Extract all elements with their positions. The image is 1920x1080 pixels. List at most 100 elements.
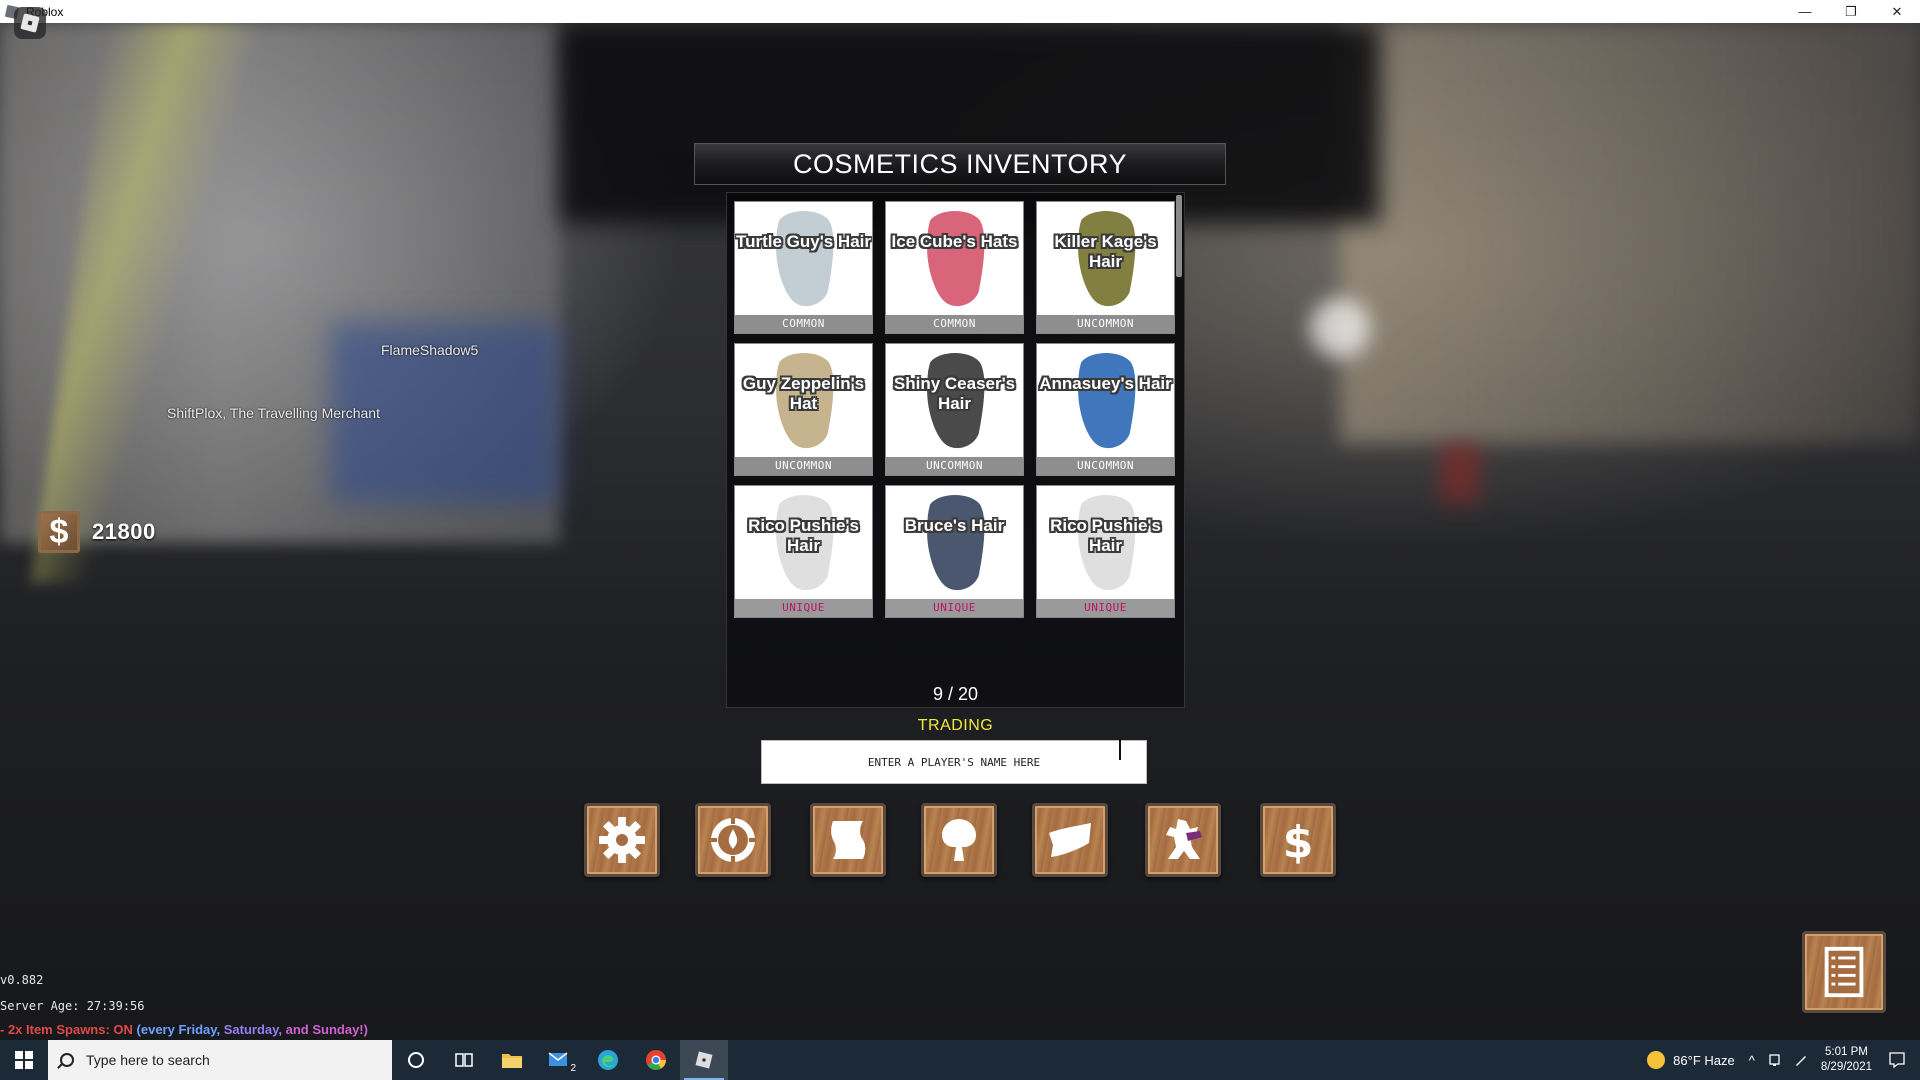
roblox-icon [695,1051,713,1069]
task-view-button[interactable] [440,1040,488,1080]
clock-date: 8/29/2021 [1820,1061,1872,1073]
inventory-item-card[interactable]: Killer Kage's Hair UNCOMMON [1036,201,1175,334]
roblox-taskbar-button[interactable] [680,1040,728,1080]
cosmetic-item-icon [1078,353,1136,449]
inventory-item-rarity: UNCOMMON [1037,315,1174,333]
inventory-item-rarity: UNIQUE [1037,599,1174,617]
trade-player-input[interactable] [761,740,1147,784]
npc-nametag: ShiftPlox, The Travelling Merchant [167,405,380,421]
money-display: $ 21800 [38,511,156,553]
abilities-button[interactable] [695,803,771,877]
inventory-item-name: Killer Kage's Hair [1054,232,1157,271]
inventory-page-count: 9 / 20 [932,684,979,704]
settings-button[interactable] [584,803,660,877]
window-controls: — ❐ ✕ [1782,0,1920,23]
inventory-item-card[interactable]: Rico Pushie's Hair UNIQUE [1036,485,1175,618]
close-button[interactable]: ✕ [1874,0,1920,23]
quests-button[interactable] [810,803,886,877]
inventory-item-card[interactable]: Guy Zeppelin's Hat UNCOMMON [734,343,873,476]
inventory-grid: Turtle Guy's Hair COMMON Ice Cube's Hats CO… [734,201,1175,618]
task-view-icon [455,1053,473,1067]
edge-button[interactable] [584,1040,632,1080]
tree-icon [942,819,976,861]
chrome-button[interactable] [632,1040,680,1080]
inventory-item-rarity: UNIQUE [886,599,1023,617]
gear-icon [599,817,645,863]
item-spawn-notice: - 2x Item Spawns: ON (every Friday, Satu… [0,1022,368,1037]
inventory-item-rarity: COMMON [886,315,1023,333]
banner-icon [1049,823,1091,857]
background-light [1310,298,1370,358]
roblox-logo-icon [20,13,40,33]
dollar-icon: $ [38,511,80,553]
skill-tree-button[interactable] [921,803,997,877]
inventory-item-card[interactable]: Bruce's Hair UNIQUE [885,485,1024,618]
checklist-icon [1824,946,1864,998]
cosmetic-item-icon [927,211,985,307]
text-cursor-icon [1119,740,1121,760]
background-building [1340,23,1920,443]
spawn-days-3: and Sunday!) [285,1022,368,1037]
system-tray: 86°F Haze ^ 5:01 PM 8/29/2021 [1647,1040,1920,1080]
inventory-item-name: Turtle Guy's Hair [735,232,872,251]
taskbar-search-placeholder: Type here to search [86,1052,210,1068]
inventory-item-rarity: UNCOMMON [886,457,1023,475]
player-nametag: FlameShadow5 [381,342,479,358]
inventory-item-card[interactable]: Ice Cube's Hats COMMON [885,201,1024,334]
inventory-item-name: Shiny Ceaser's Hair [893,374,1016,413]
cosmetics-button[interactable] [1032,803,1108,877]
inventory-panel: Turtle Guy's Hair COMMON Ice Cube's Hats CO… [726,192,1185,708]
inventory-item-name: Rico Pushie's Hair [1050,516,1161,555]
inventory-scrollbar[interactable] [1176,195,1182,277]
file-explorer-button[interactable] [488,1040,536,1080]
mail-badge: 2 [568,1063,578,1074]
inventory-item-rarity: UNIQUE [735,599,872,617]
notification-icon[interactable] [1888,1051,1906,1069]
inventory-item-card[interactable]: Annasuey's Hair UNCOMMON [1036,343,1175,476]
background-sign [1440,443,1480,503]
inventory-title: COSMETICS INVENTORY [792,148,1128,179]
inventory-item-card[interactable]: Rico Pushie's Hair UNIQUE [734,485,873,618]
inventory-item-card[interactable]: Turtle Guy's Hair COMMON [734,201,873,334]
weather-icon [1647,1051,1666,1069]
inventory-item-name: Annasuey's Hair [1039,374,1172,393]
cortana-icon [408,1052,424,1068]
windows-taskbar: Type here to search 2 86°F Haze ^ 5:01 P… [0,1040,1920,1080]
mail-button[interactable]: 2 [536,1040,584,1080]
inventory-item-name: Rico Pushie's Hair [748,516,859,555]
svg-text:$: $ [1283,817,1314,867]
network-icon[interactable] [1767,1052,1783,1068]
roblox-menu-button[interactable] [14,7,46,39]
window-titlebar: Roblox — ❐ ✕ [0,0,1920,23]
taskbar-search-box[interactable]: Type here to search [48,1040,392,1080]
spawn-state: ON [113,1022,133,1037]
quest-log-button[interactable] [1802,931,1886,1013]
chrome-icon [646,1050,666,1070]
pen-icon[interactable] [1793,1052,1809,1068]
edge-icon [598,1050,618,1070]
start-button[interactable] [0,1040,48,1080]
restore-button[interactable]: ❐ [1828,0,1874,23]
clock-time: 5:01 PM [1825,1046,1868,1058]
dollar-icon: $ [1283,817,1314,867]
tray-chevron-icon[interactable]: ^ [1749,1053,1755,1068]
windows-logo-icon [15,1051,33,1069]
spawn-prefix: - 2x Item Spawns: [0,1022,114,1037]
money-amount: 21800 [92,519,156,544]
cosmetic-item-icon [927,495,985,591]
search-icon [60,1053,74,1067]
inventory-item-card[interactable]: Shiny Ceaser's Hair UNCOMMON [885,343,1024,476]
inventory-item-name: Bruce's Hair [904,516,1005,535]
inventory-header: COSMETICS INVENTORY [694,143,1226,185]
compass-icon [711,818,755,862]
inventory-item-rarity: COMMON [735,315,872,333]
cortana-button[interactable] [392,1040,440,1080]
minimize-button[interactable]: — [1782,0,1828,23]
taskbar-clock[interactable]: 5:01 PM 8/29/2021 [1821,1045,1872,1075]
shop-button[interactable]: $ [1260,803,1336,877]
spawn-days-1: (every Friday, [132,1022,224,1037]
version-label: v0.882 [0,973,44,987]
folder-icon [502,1054,522,1068]
stand-button[interactable] [1145,803,1221,877]
weather-text[interactable]: 86°F Haze [1673,1053,1735,1068]
